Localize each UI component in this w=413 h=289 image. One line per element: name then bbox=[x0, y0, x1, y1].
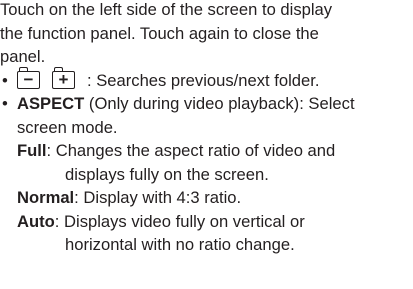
mode-auto-text-line-2: horizontal with no ratio change. bbox=[65, 235, 295, 254]
previous-folder-icon: − bbox=[17, 66, 40, 89]
folder-search-text: : Searches previous/next folder. bbox=[87, 70, 320, 90]
aspect-text-line-1: (Only during video playback): Select bbox=[84, 94, 355, 113]
intro-paragraph: Touch on the left side of the screen to … bbox=[0, 0, 413, 69]
intro-line-1: Touch on the left side of the screen to … bbox=[0, 0, 333, 19]
aspect-text-line-2: screen mode. bbox=[17, 117, 118, 137]
minus-icon: − bbox=[23, 69, 34, 89]
intro-line-2: the function panel. Touch again to close… bbox=[0, 23, 319, 43]
bullet-folder-search: • − + : Searches previous/next folder. bbox=[0, 66, 413, 93]
intro-line-3: panel. bbox=[0, 47, 46, 66]
bullet-dot: • bbox=[2, 70, 8, 90]
aspect-term: ASPECT bbox=[17, 94, 85, 113]
bullet-dot: • bbox=[2, 94, 8, 113]
mode-full-text-line-1: : Changes the aspect ratio of video and bbox=[46, 141, 336, 160]
mode-full: Full: Changes the aspect ratio of video … bbox=[17, 139, 413, 186]
manual-page: Touch on the left side of the screen to … bbox=[0, 0, 413, 257]
mode-full-term: Full bbox=[17, 141, 47, 160]
next-folder-icon: + bbox=[52, 66, 75, 89]
mode-list: Full: Changes the aspect ratio of video … bbox=[0, 139, 413, 257]
mode-auto-text-line-1: : Displays video fully on vertical or bbox=[54, 211, 305, 231]
bullet-aspect: • ASPECT (Only during video playback): S… bbox=[0, 92, 413, 139]
mode-normal: Normal: Display with 4:3 ratio. bbox=[17, 186, 413, 210]
mode-auto: Auto: Displays video fully on vertical o… bbox=[17, 210, 413, 257]
plus-icon: + bbox=[58, 69, 69, 89]
mode-normal-text: : Display with 4:3 ratio. bbox=[74, 188, 242, 207]
mode-normal-term: Normal bbox=[17, 188, 75, 207]
mode-auto-term: Auto bbox=[17, 211, 55, 231]
mode-full-text-line-2: displays fully on the screen. bbox=[65, 164, 269, 184]
